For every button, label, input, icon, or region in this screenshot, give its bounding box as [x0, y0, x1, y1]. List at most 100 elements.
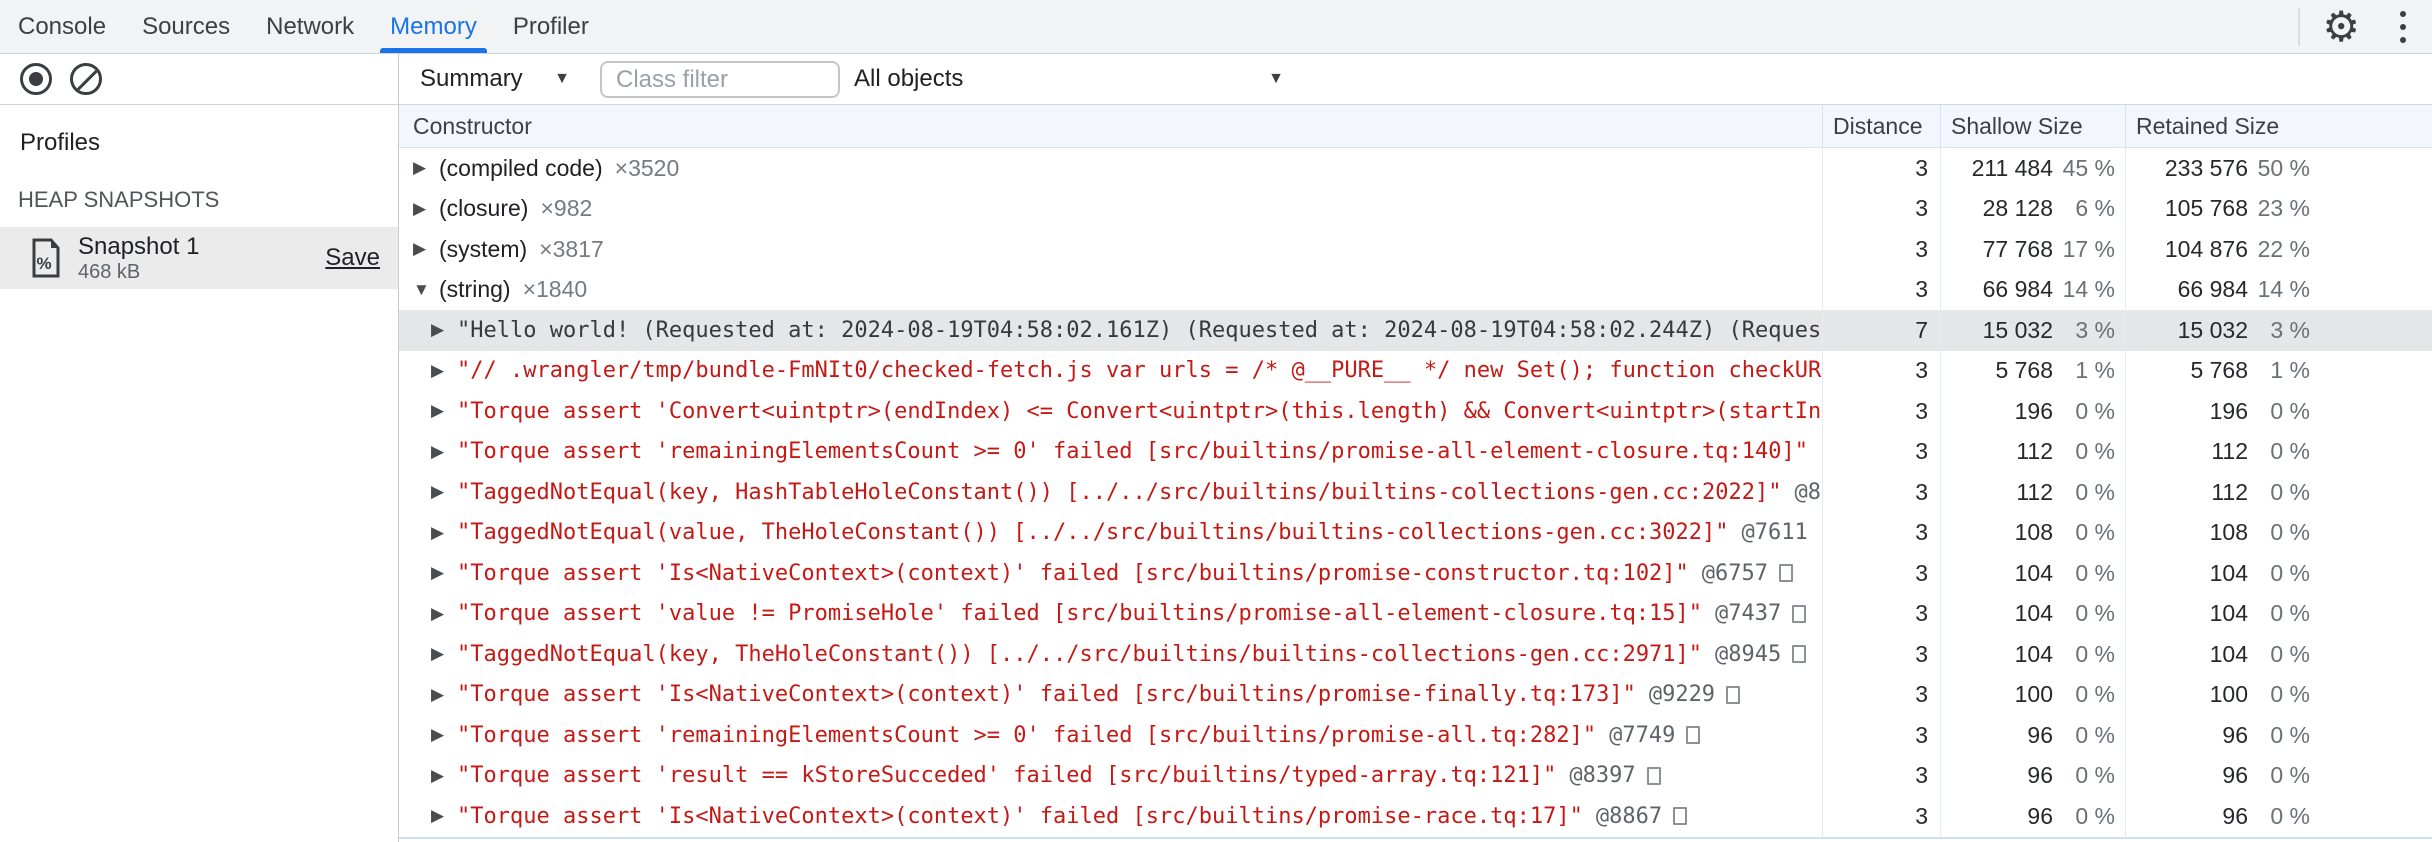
expand-arrow-icon[interactable]: ▶	[413, 239, 439, 259]
expand-arrow-icon[interactable]: ▶	[431, 685, 457, 705]
distance-cell: 3	[1822, 512, 1940, 553]
retained-size-cell: 15 032 3 %	[2125, 310, 2432, 351]
shallow-size-percent: 0 %	[2075, 600, 2115, 627]
retained-size-percent: 14 %	[2257, 276, 2310, 303]
tab-profiler[interactable]: Profiler	[495, 0, 607, 53]
column-header-shallow-size[interactable]: Shallow Size	[1940, 105, 2125, 147]
retained-size-percent: 0 %	[2270, 681, 2310, 708]
missing-glyph-box	[1686, 726, 1701, 745]
table-row[interactable]: ▶ "// .wrangler/tmp/bundle-FmNIt0/checked…	[399, 350, 2432, 391]
class-filter-input[interactable]	[600, 61, 840, 98]
table-row[interactable]: ▶ (compiled code) ×3520 3 211 484 45 % 233 576…	[399, 148, 2432, 189]
shallow-size-cell: 104 0 %	[1940, 593, 2125, 634]
string-value: "TaggedNotEqual(value, TheHoleConstant()…	[457, 520, 1729, 546]
retained-size-value: 15 032	[2177, 316, 2248, 343]
more-options-kebab-icon[interactable]	[2386, 5, 2420, 49]
grid-header-row: Constructor Distance Shallow Size Retain…	[399, 105, 2432, 148]
heap-snapshot-grid: ▶ (compiled code) ×3520 3 211 484 45 % 233 576…	[399, 148, 2432, 837]
settings-gear-icon[interactable]: ⚙	[2322, 5, 2360, 48]
shallow-size-value: 77 768	[1982, 235, 2053, 262]
table-row[interactable]: ▶ "Torque assert 'Is<NativeContext>(conte…	[399, 553, 2432, 594]
retained-size-value: 96	[2222, 762, 2248, 789]
distance-cell: 3	[1822, 593, 1940, 634]
object-id: @8867	[1595, 803, 1663, 829]
tab-memory[interactable]: Memory	[372, 0, 495, 53]
retained-size-percent: 0 %	[2270, 640, 2310, 667]
expand-arrow-icon[interactable]: ▶	[431, 361, 457, 381]
constructor-cell: ▶ "Torque assert 'value != PromiseHole' f…	[399, 594, 1822, 635]
table-row[interactable]: ▶ "Hello world! (Requested at: 2024-08-19…	[399, 310, 2432, 351]
expand-arrow-icon[interactable]: ▶	[431, 725, 457, 745]
expand-arrow-icon[interactable]: ▶	[413, 158, 439, 178]
table-row[interactable]: ▶ "TaggedNotEqual(key, HashTableHoleConst…	[399, 472, 2432, 513]
shallow-size-value: 112	[2016, 438, 2053, 465]
shallow-size-value: 96	[2027, 721, 2053, 748]
shallow-size-percent: 17 %	[2062, 235, 2115, 262]
shallow-size-value: 112	[2016, 478, 2053, 505]
column-header-distance[interactable]: Distance	[1822, 105, 1940, 147]
table-row[interactable]: ▼ (string) ×1840 3 66 984 14 % 66 984 14 %	[399, 269, 2432, 310]
table-row[interactable]: ▶ "TaggedNotEqual(value, TheHoleConstant(…	[399, 512, 2432, 553]
shallow-size-percent: 0 %	[2075, 721, 2115, 748]
missing-glyph-box	[1646, 766, 1661, 785]
missing-glyph-box	[1792, 604, 1807, 623]
tab-network[interactable]: Network	[248, 0, 372, 53]
instance-count: ×982	[540, 195, 593, 222]
retained-size-percent: 22 %	[2257, 235, 2310, 262]
expand-arrow-icon[interactable]: ▶	[431, 320, 457, 340]
table-row[interactable]: ▶ (system) ×3817 3 77 768 17 % 104 876 22 %	[399, 229, 2432, 270]
table-row[interactable]: ▶ "Torque assert 'Is<NativeContext>(conte…	[399, 796, 2432, 837]
expand-arrow-icon[interactable]: ▶	[431, 563, 457, 583]
expand-arrow-icon[interactable]: ▶	[431, 644, 457, 664]
snapshot-list-item[interactable]: % Snapshot 1 468 kB Save	[0, 227, 398, 289]
tab-console[interactable]: Console	[0, 0, 124, 53]
expand-arrow-icon[interactable]: ▶	[431, 766, 457, 786]
expand-arrow-icon[interactable]: ▶	[431, 482, 457, 502]
retained-size-cell: 104 0 %	[2125, 634, 2432, 675]
table-row[interactable]: ▶ "Torque assert 'Convert<uintptr>(endInd…	[399, 391, 2432, 432]
constructor-cell: ▶ "Torque assert 'Is<NativeContext>(conte…	[399, 553, 1822, 594]
table-row[interactable]: ▶ "Torque assert 'remainingElementsCount …	[399, 715, 2432, 756]
expand-arrow-icon[interactable]: ▶	[431, 401, 457, 421]
expand-arrow-icon[interactable]: ▶	[431, 523, 457, 543]
record-heap-snapshot-icon[interactable]	[20, 63, 52, 95]
perspective-select[interactable]: Summary ▼	[420, 54, 570, 104]
objects-scope-value: All objects	[854, 65, 964, 92]
shallow-size-percent: 0 %	[2075, 640, 2115, 667]
table-row[interactable]: ▶ "Torque assert 'result == kStoreSuccede…	[399, 755, 2432, 796]
tabbar-right-controls: ⚙	[2298, 0, 2432, 53]
table-row[interactable]: ▶ (closure) ×982 3 28 128 6 % 105 768 23 %	[399, 188, 2432, 229]
column-header-constructor[interactable]: Constructor	[399, 105, 1822, 147]
distance-cell: 3	[1822, 634, 1940, 675]
retained-size-percent: 0 %	[2270, 478, 2310, 505]
string-value: "Torque assert 'remainingElementsCount >…	[457, 439, 1809, 465]
objects-scope-select[interactable]: All objects ▼	[854, 54, 1284, 104]
table-row[interactable]: ▶ "Torque assert 'value != PromiseHole' f…	[399, 593, 2432, 635]
save-snapshot-link[interactable]: Save	[325, 244, 380, 272]
string-value: "Torque assert 'remainingElementsCount >…	[457, 722, 1597, 748]
constructor-cell: ▶ "Torque assert 'remainingElementsCount …	[399, 432, 1822, 473]
tab-sources[interactable]: Sources	[124, 0, 248, 53]
retained-size-cell: 96 0 %	[2125, 755, 2432, 796]
table-row[interactable]: ▶ "TaggedNotEqual(key, TheHoleConstant())…	[399, 634, 2432, 675]
column-header-retained-size[interactable]: Retained Size	[2125, 105, 2432, 147]
expand-arrow-icon[interactable]: ▶	[431, 604, 457, 624]
retained-size-percent: 0 %	[2270, 397, 2310, 424]
retained-size-cell: 233 576 50 %	[2125, 148, 2432, 189]
distance-cell: 3	[1822, 472, 1940, 513]
missing-glyph-box	[1792, 645, 1807, 664]
shallow-size-value: 100	[2014, 681, 2053, 708]
expand-arrow-icon[interactable]: ▶	[431, 806, 457, 826]
table-row[interactable]: ▶ "Torque assert 'Is<NativeContext>(conte…	[399, 674, 2432, 715]
clear-profiles-icon[interactable]	[70, 63, 102, 95]
instance-count: ×1840	[522, 276, 588, 303]
distance-cell: 3	[1822, 350, 1940, 391]
object-id: @7611	[1741, 520, 1808, 546]
expand-arrow-icon[interactable]: ▶	[431, 442, 457, 462]
expand-arrow-icon[interactable]: ▶	[413, 199, 439, 219]
constructor-name: (compiled code)	[439, 154, 603, 181]
retained-size-value: 66 984	[2177, 276, 2248, 303]
shallow-size-value: 96	[2027, 802, 2053, 829]
collapse-arrow-icon[interactable]: ▼	[413, 280, 439, 300]
table-row[interactable]: ▶ "Torque assert 'remainingElementsCount …	[399, 431, 2432, 473]
